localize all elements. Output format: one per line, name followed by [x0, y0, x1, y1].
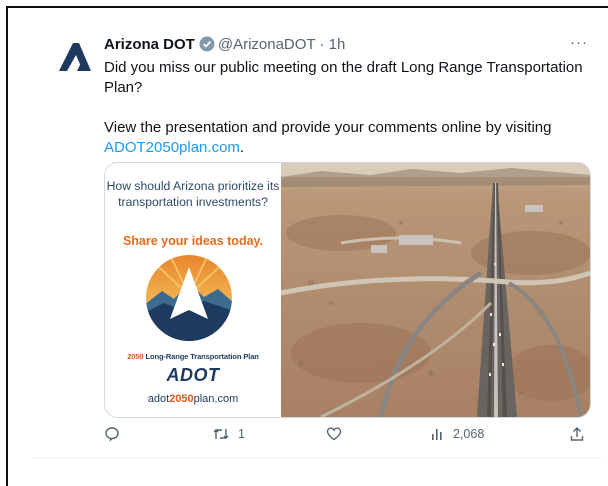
reply-button[interactable] — [104, 426, 120, 442]
promo-url: adot2050plan.com — [105, 393, 281, 405]
tweet-actions: 1 2,068 — [104, 426, 594, 448]
tweet-header: Arizona DOT @ArizonaDOT · 1h — [104, 36, 345, 53]
tweet-text: Did you miss our public meeting on the d… — [104, 58, 584, 158]
promo-question: How should Arizona prioritize its transp… — [106, 179, 280, 209]
tweet-line-2-text: View the presentation and provide your c… — [104, 119, 552, 136]
verified-badge-icon — [199, 36, 215, 52]
promo-url-post: plan.com — [193, 393, 239, 405]
reply-icon — [105, 427, 119, 442]
views-button[interactable]: 2,068 — [431, 426, 484, 442]
adot-logo-avatar[interactable] — [55, 37, 95, 77]
adot-wordmark: ADOT — [166, 365, 220, 385]
retweet-icon — [213, 429, 229, 439]
tweet-line-1: Did you miss our public meeting on the d… — [104, 59, 583, 96]
promo-panel: How should Arizona prioritize its transp… — [105, 163, 281, 417]
separator-dot: · — [319, 36, 325, 53]
retweet-button[interactable]: 1 — [212, 426, 245, 442]
retweet-count: 1 — [238, 427, 245, 441]
author-handle[interactable]: @ArizonaDOT — [218, 36, 315, 53]
plan-title: 2050 Long-Range Transportation Plan — [105, 352, 281, 361]
tweet-divider — [32, 458, 602, 459]
mountain-arrow-emblem-icon — [146, 255, 232, 341]
share-button[interactable] — [569, 426, 585, 442]
more-options-icon[interactable]: ··· — [570, 34, 588, 51]
website-link[interactable]: ADOT2050plan.com — [104, 139, 240, 156]
plan-year: 2050 — [127, 352, 144, 361]
promo-url-pre: adot — [147, 393, 170, 405]
author-name[interactable]: Arizona DOT — [104, 36, 195, 53]
analytics-icon — [432, 429, 442, 440]
timestamp[interactable]: 1h — [329, 36, 346, 53]
heart-icon — [326, 427, 342, 441]
plan-name: Long-Range Transportation Plan — [143, 352, 259, 361]
tweet-card[interactable]: Arizona DOT @ArizonaDOT · 1h ··· Did you … — [40, 20, 600, 456]
like-button[interactable] — [326, 426, 342, 442]
tweet-line-2: View the presentation and provide your c… — [104, 118, 584, 158]
promo-cta: Share your ideas today. — [122, 234, 264, 248]
highway-aerial-photo — [281, 163, 590, 417]
tweet-line-2-end: . — [239, 139, 245, 156]
share-icon — [570, 427, 584, 441]
media-card[interactable]: How should Arizona prioritize its transp… — [104, 162, 591, 418]
views-count: 2,068 — [453, 427, 485, 441]
promo-url-year: 2050 — [169, 393, 194, 405]
